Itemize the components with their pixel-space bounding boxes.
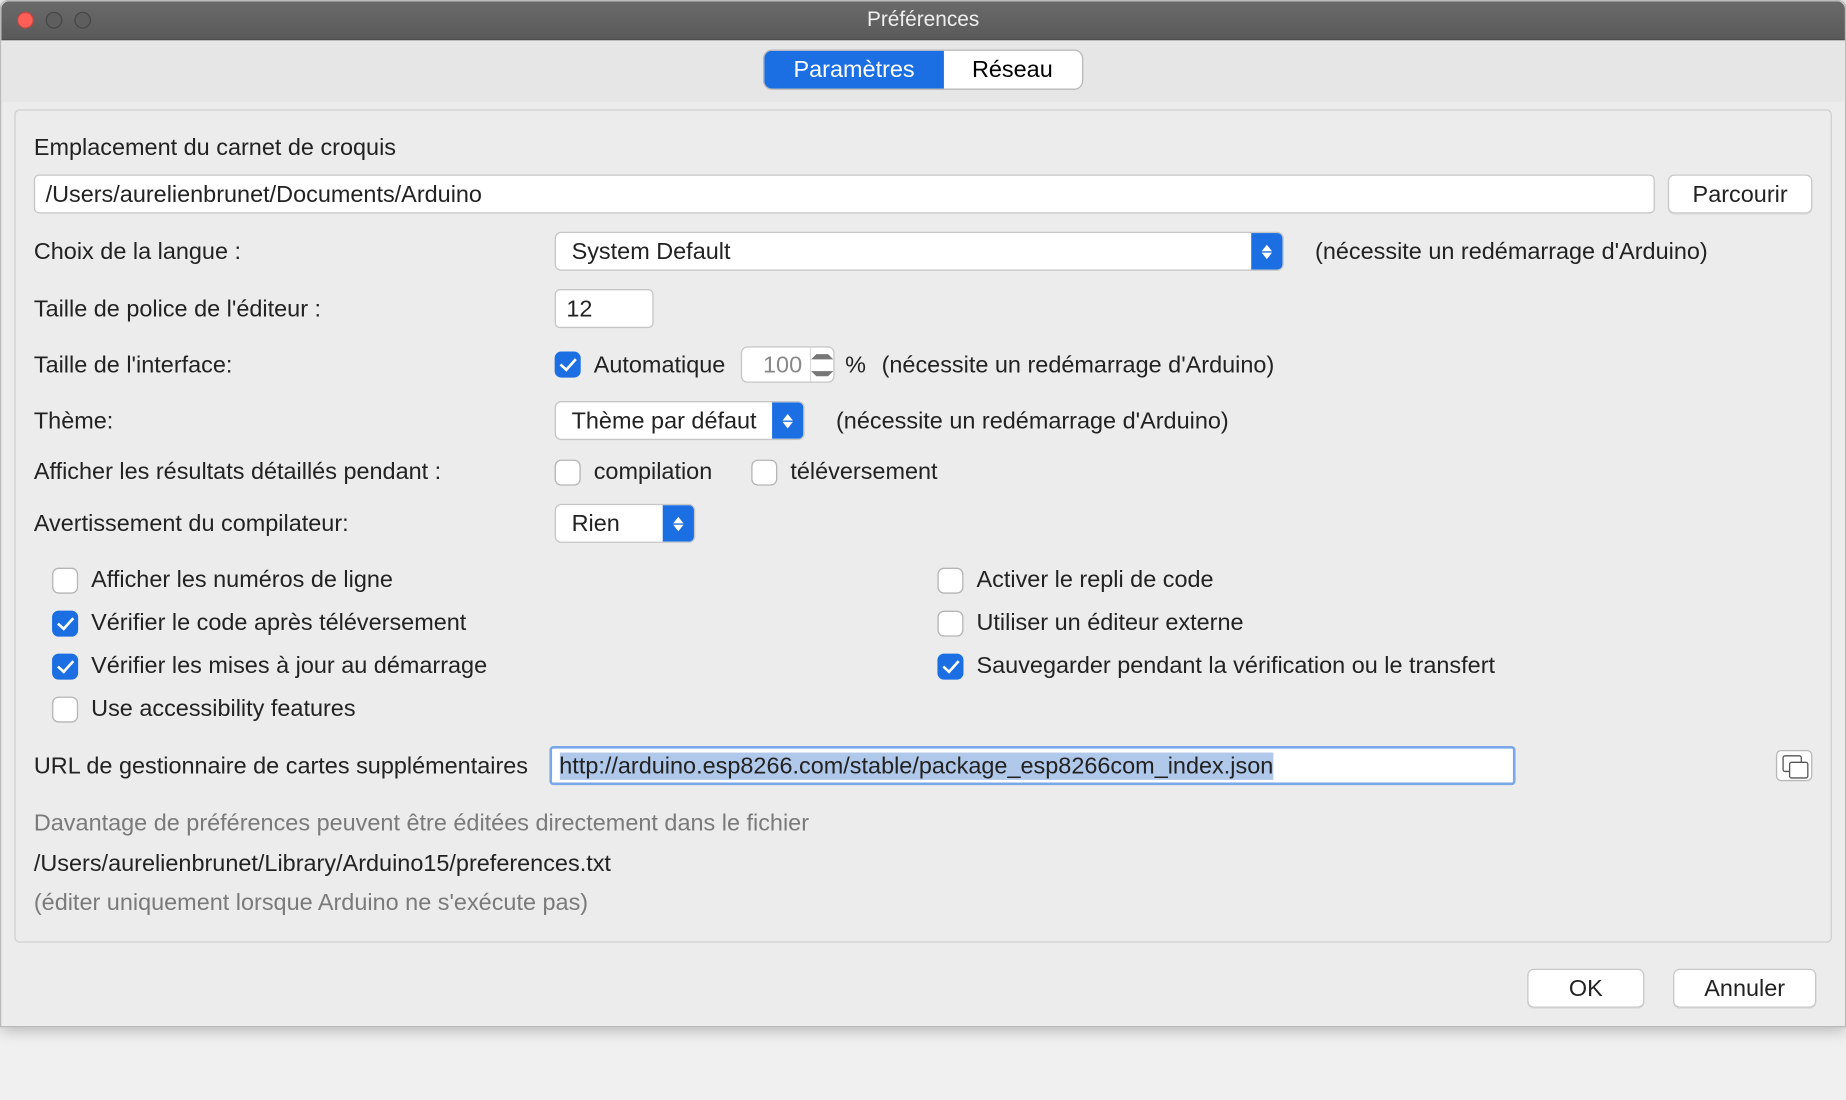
- language-value: System Default: [556, 233, 1251, 269]
- boards-url-value: http://arduino.esp8266.com/stable/packag…: [559, 752, 1273, 779]
- stepper-icon[interactable]: [810, 348, 833, 382]
- chevron-updown-icon: [1251, 233, 1282, 269]
- verbose-upload-checkbox[interactable]: [751, 459, 777, 485]
- external-editor-label: Utiliser un éditeur externe: [977, 609, 1244, 636]
- theme-value: Thème par défaut: [556, 402, 772, 438]
- sketchbook-label: Emplacement du carnet de croquis: [34, 134, 1813, 161]
- warnings-value: Rien: [556, 505, 663, 541]
- browse-button[interactable]: Parcourir: [1668, 174, 1813, 213]
- tab-network[interactable]: Réseau: [943, 51, 1081, 89]
- save-on-verify-label: Sauvegarder pendant la vérification ou l…: [977, 652, 1496, 679]
- more-prefs-line2: (éditer uniquement lorsque Arduino ne s'…: [34, 883, 1813, 923]
- language-select[interactable]: System Default: [555, 232, 1284, 271]
- more-prefs-text: Davantage de préférences peuvent être éd…: [34, 803, 1813, 922]
- line-numbers-label: Afficher les numéros de ligne: [91, 566, 393, 593]
- theme-label: Thème:: [34, 407, 555, 434]
- check-updates-label: Vérifier les mises à jour au démarrage: [91, 652, 487, 679]
- language-label: Choix de la langue :: [34, 238, 555, 265]
- expand-window-icon[interactable]: [1776, 750, 1812, 781]
- ok-button[interactable]: OK: [1527, 968, 1644, 1007]
- more-prefs-line1: Davantage de préférences peuvent être éd…: [34, 803, 1813, 843]
- preferences-window: Préférences Paramètres Réseau Emplacemen…: [0, 0, 1846, 1027]
- titlebar: Préférences: [1, 1, 1845, 40]
- uiscale-value: 100: [742, 348, 810, 382]
- verbose-label: Afficher les résultats détaillés pendant…: [34, 458, 555, 485]
- line-numbers-checkbox[interactable]: [52, 567, 78, 593]
- cancel-button[interactable]: Annuler: [1673, 968, 1816, 1007]
- uiscale-hint: (nécessite un redémarrage d'Arduino): [882, 351, 1275, 378]
- code-folding-label: Activer le repli de code: [977, 566, 1214, 593]
- theme-select[interactable]: Thème par défaut: [555, 401, 805, 440]
- boards-url-label: URL de gestionnaire de cartes supplément…: [34, 752, 528, 779]
- verbose-upload-label: téléversement: [790, 458, 937, 485]
- tabs: Paramètres Réseau: [1, 40, 1845, 101]
- more-prefs-path: /Users/aurelienbrunet/Library/Arduino15/…: [34, 843, 1813, 883]
- save-on-verify-checkbox[interactable]: [937, 653, 963, 679]
- warnings-label: Avertissement du compilateur:: [34, 510, 555, 537]
- uiscale-auto-checkbox[interactable]: [555, 352, 581, 378]
- accessibility-checkbox[interactable]: [52, 696, 78, 722]
- uiscale-percent: %: [845, 351, 866, 378]
- uiscale-auto-label: Automatique: [594, 351, 726, 378]
- dialog-buttons: OK Annuler: [1, 955, 1845, 1025]
- theme-hint: (nécessite un redémarrage d'Arduino): [836, 407, 1229, 434]
- verify-after-upload-label: Vérifier le code après téléversement: [91, 609, 466, 636]
- settings-panel: Emplacement du carnet de croquis Parcour…: [14, 109, 1832, 942]
- chevron-updown-icon: [772, 402, 803, 438]
- language-hint: (nécessite un redémarrage d'Arduino): [1315, 238, 1708, 265]
- check-updates-checkbox[interactable]: [52, 653, 78, 679]
- boards-url-input[interactable]: http://arduino.esp8266.com/stable/packag…: [549, 746, 1515, 785]
- uiscale-spinner[interactable]: 100: [741, 346, 835, 382]
- chevron-updown-icon: [663, 505, 694, 541]
- warnings-select[interactable]: Rien: [555, 504, 696, 543]
- accessibility-label: Use accessibility features: [91, 695, 355, 722]
- fontsize-input[interactable]: [555, 289, 654, 328]
- window-title: Préférences: [1, 8, 1845, 31]
- verbose-compilation-label: compilation: [594, 458, 713, 485]
- fontsize-label: Taille de police de l'éditeur :: [34, 295, 555, 322]
- sketchbook-path-input[interactable]: [34, 174, 1655, 213]
- external-editor-checkbox[interactable]: [937, 610, 963, 636]
- verbose-compilation-checkbox[interactable]: [555, 459, 581, 485]
- uiscale-label: Taille de l'interface:: [34, 351, 555, 378]
- verify-after-upload-checkbox[interactable]: [52, 610, 78, 636]
- code-folding-checkbox[interactable]: [937, 567, 963, 593]
- tab-settings[interactable]: Paramètres: [765, 51, 943, 89]
